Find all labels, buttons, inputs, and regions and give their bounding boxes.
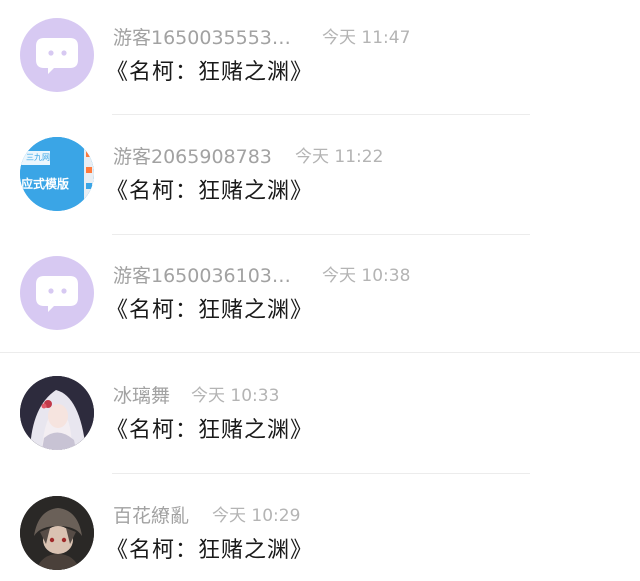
anime-girl-avatar-icon: [20, 376, 94, 450]
avatar[interactable]: [20, 376, 94, 450]
username[interactable]: 百花繚亂: [113, 504, 189, 528]
anime-character-avatar-icon: [20, 496, 94, 570]
avatar[interactable]: [20, 256, 94, 330]
comment-list: 游客1650035553… 今天 11:47 《名柯：狂赌之渊》 三九网 应式模…: [0, 0, 640, 581]
comment-item[interactable]: 游客1650035553… 今天 11:47 《名柯：狂赌之渊》: [0, 0, 640, 110]
divider: [112, 234, 530, 235]
avatar-caption: 应式模版: [21, 177, 70, 191]
comment-text: 《名柯：狂赌之渊》: [106, 418, 314, 443]
username[interactable]: 游客1650036103…: [113, 264, 291, 288]
chat-bubble-icon: [36, 276, 78, 312]
comment-item[interactable]: 百花繚亂 今天 10:29 《名柯：狂赌之渊》: [0, 478, 640, 581]
comment-text: 《名柯：狂赌之渊》: [106, 179, 314, 204]
avatar[interactable]: [20, 496, 94, 570]
comment-text: 《名柯：狂赌之渊》: [106, 60, 314, 85]
username[interactable]: 冰璃舞: [113, 384, 170, 408]
timestamp: 今天 10:33: [191, 386, 280, 406]
avatar[interactable]: [20, 18, 94, 92]
comment-text: 《名柯：狂赌之渊》: [106, 538, 314, 563]
timestamp: 今天 10:38: [322, 266, 411, 286]
comment-item[interactable]: 三九网 应式模版 游客2065908783 今天 11:22 《名柯：狂赌之渊》: [0, 119, 640, 229]
username[interactable]: 游客2065908783: [113, 145, 272, 169]
divider: [112, 473, 530, 474]
divider: [0, 352, 640, 353]
app-promo-icon: [20, 137, 94, 211]
comment-item[interactable]: 冰璃舞 今天 10:33 《名柯：狂赌之渊》: [0, 358, 640, 468]
chat-bubble-icon: [36, 38, 78, 74]
comment-item[interactable]: 游客1650036103… 今天 10:38 《名柯：狂赌之渊》: [0, 238, 640, 348]
avatar-caption-small: 三九网: [26, 153, 50, 162]
timestamp: 今天 10:29: [212, 506, 301, 526]
avatar[interactable]: 三九网 应式模版: [20, 137, 94, 211]
timestamp: 今天 11:22: [295, 147, 384, 167]
divider: [112, 114, 530, 115]
timestamp: 今天 11:47: [322, 28, 411, 48]
comment-text: 《名柯：狂赌之渊》: [106, 298, 314, 323]
username[interactable]: 游客1650035553…: [113, 26, 291, 50]
